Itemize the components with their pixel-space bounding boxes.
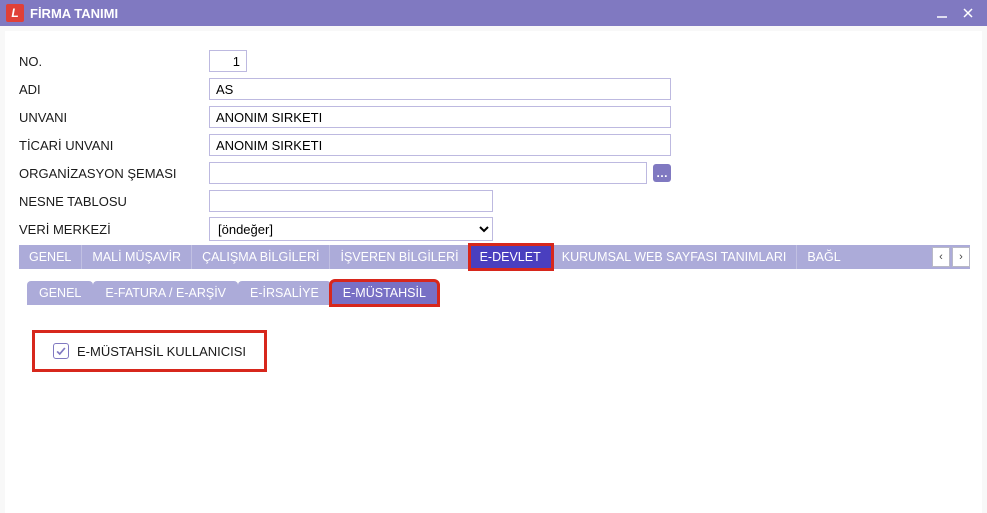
- app-logo-icon: L: [6, 4, 24, 22]
- emustahsil-kullanicisi-row: E-MÜSTAHSİL KULLANICISI: [35, 333, 264, 369]
- veri-merkezi-label: VERİ MERKEZİ: [19, 222, 209, 237]
- veri-merkezi-select[interactable]: [öndeğer]: [209, 217, 493, 241]
- emustahsil-checkbox[interactable]: [53, 343, 69, 359]
- tab-kurumsal-web[interactable]: KURUMSAL WEB SAYFASI TANIMLARI: [552, 245, 798, 269]
- unvani-label: UNVANI: [19, 110, 209, 125]
- check-icon: [55, 345, 67, 357]
- minimize-button[interactable]: [929, 3, 955, 23]
- no-input[interactable]: [209, 50, 247, 72]
- subtab-genel[interactable]: GENEL: [27, 281, 93, 305]
- nesne-tablosu-input[interactable]: [209, 190, 493, 212]
- tab-genel[interactable]: GENEL: [19, 245, 82, 269]
- window-body: NO. ADI UNVANI TİCARİ UNVANI ORGANİZASYO…: [5, 31, 982, 513]
- subtab-efatura-earsiv[interactable]: E-FATURA / E-ARŞİV: [93, 281, 238, 305]
- window-title: FİRMA TANIMI: [30, 6, 118, 21]
- tab-scroll-left-button[interactable]: ‹: [932, 247, 950, 267]
- ellipsis-icon: …: [656, 166, 668, 180]
- main-tabs: GENEL MALİ MÜŞAVİR ÇALIŞMA BİLGİLERİ İŞV…: [19, 245, 970, 269]
- tab-e-devlet[interactable]: E-DEVLET: [470, 245, 552, 269]
- tab-bagl[interactable]: BAĞL: [797, 245, 850, 269]
- adi-label: ADI: [19, 82, 209, 97]
- ticari-unvani-label: TİCARİ UNVANI: [19, 138, 209, 153]
- adi-input[interactable]: [209, 78, 671, 100]
- close-button[interactable]: [955, 3, 981, 23]
- title-bar: L FİRMA TANIMI: [0, 0, 987, 26]
- tab-mali-musavir[interactable]: MALİ MÜŞAVİR: [82, 245, 192, 269]
- subtab-eirsaliye[interactable]: E-İRSALİYE: [238, 281, 331, 305]
- sub-tabs: GENEL E-FATURA / E-ARŞİV E-İRSALİYE E-MÜ…: [27, 281, 970, 305]
- tab-content: E-MÜSTAHSİL KULLANICISI: [19, 305, 970, 397]
- org-sema-input[interactable]: [209, 162, 647, 184]
- org-sema-lookup-button[interactable]: …: [653, 164, 671, 182]
- tab-scroll-right-button[interactable]: ›: [952, 247, 970, 267]
- no-label: NO.: [19, 54, 209, 69]
- ticari-unvani-input[interactable]: [209, 134, 671, 156]
- subtab-emustahsil[interactable]: E-MÜSTAHSİL: [331, 281, 438, 305]
- unvani-input[interactable]: [209, 106, 671, 128]
- tab-calisma-bilgileri[interactable]: ÇALIŞMA BİLGİLERİ: [192, 245, 330, 269]
- org-sema-label: ORGANİZASYON ŞEMASI: [19, 166, 209, 181]
- tab-isveren-bilgileri[interactable]: İŞVEREN BİLGİLERİ: [330, 245, 469, 269]
- emustahsil-checkbox-label: E-MÜSTAHSİL KULLANICISI: [77, 344, 246, 359]
- nesne-tablosu-label: NESNE TABLOSU: [19, 194, 209, 209]
